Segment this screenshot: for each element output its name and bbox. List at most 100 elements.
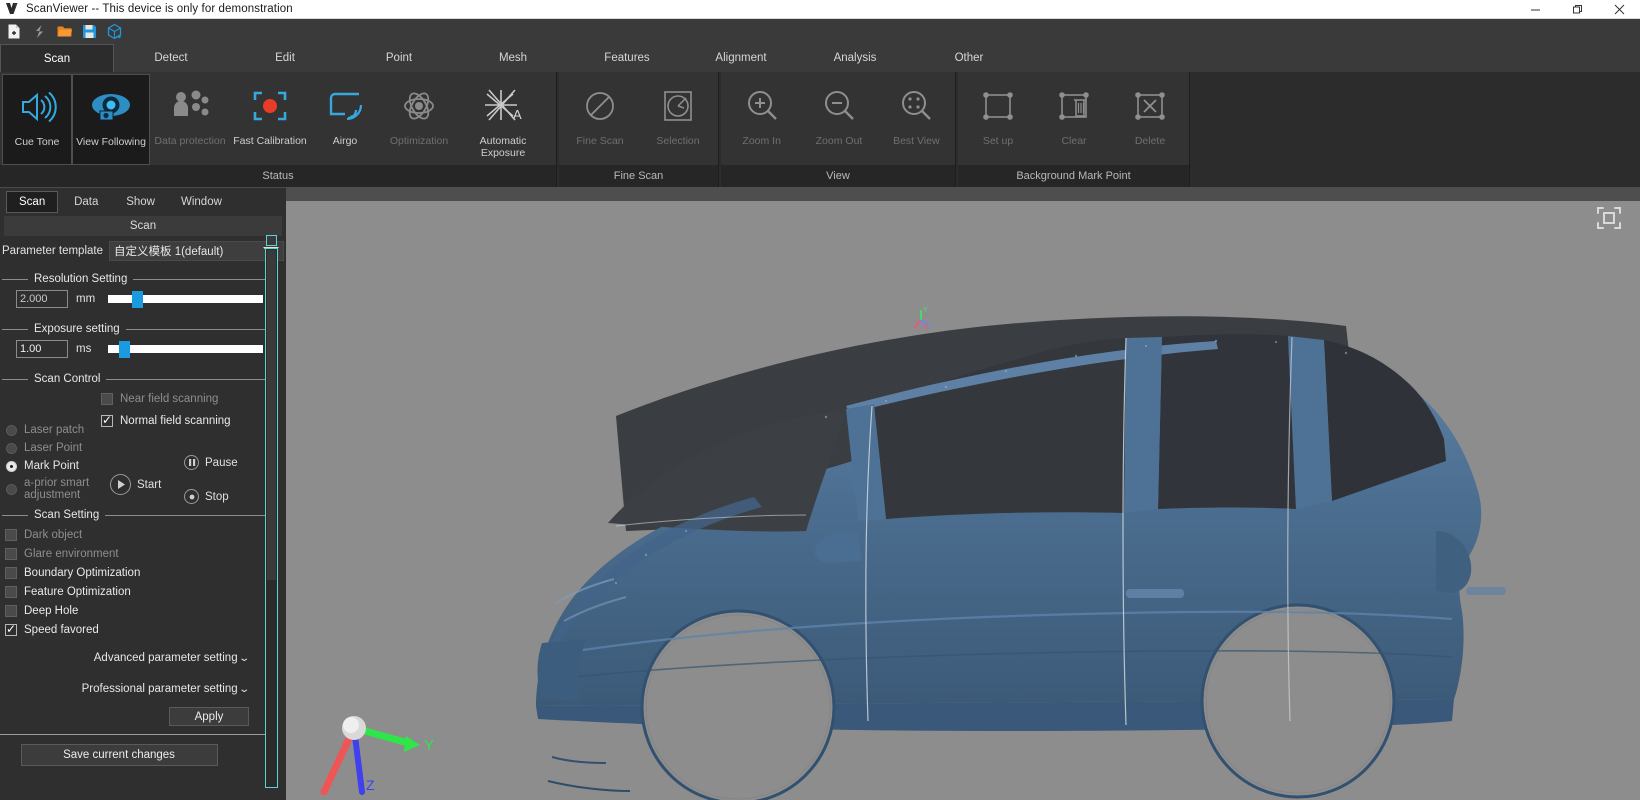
ribbon-item-zoom-out[interactable]: Zoom Out	[800, 74, 877, 165]
slider-knob[interactable]	[132, 291, 143, 308]
checkbox-near-field-scanning[interactable]: Near field scanning	[98, 389, 231, 408]
resolution-slider[interactable]	[108, 291, 263, 308]
scan-setting-group: Scan Setting Dark object Glare environme…	[2, 509, 270, 639]
resolution-input[interactable]: 2.000	[16, 290, 68, 308]
ribbon-group-fine-scan: Fine Scan Selection Fine Scan	[559, 72, 719, 187]
ribbon-item-set-up[interactable]: Set up	[960, 74, 1036, 165]
checkbox-box	[101, 413, 113, 427]
left-tab-window-label: Window	[181, 196, 222, 208]
play-icon	[110, 474, 131, 495]
ribbon-item-clear[interactable]: Clear	[1036, 74, 1112, 165]
tab-scan[interactable]: Scan	[0, 44, 114, 72]
checkbox-normal-field-scanning[interactable]: Normal field scanning	[98, 411, 231, 430]
title-bar: ScanViewer -- This device is only for de…	[0, 0, 1640, 19]
save-current-changes-button[interactable]: Save current changes	[20, 744, 218, 766]
ribbon-item-data-protection[interactable]: Data protection	[150, 74, 230, 165]
pause-label: Pause	[205, 456, 238, 469]
checkbox-label: Deep Hole	[24, 604, 79, 617]
export-model-icon[interactable]	[103, 21, 125, 43]
scan-control-group: Scan Control Near field scanning Normal …	[2, 373, 270, 505]
3d-viewport[interactable]: Y X Y Z	[286, 187, 1640, 800]
ribbon-item-fast-calibration[interactable]: Fast Calibration	[230, 74, 310, 165]
tab-analysis[interactable]: Analysis	[798, 44, 912, 72]
ribbon-item-selection[interactable]: Selection	[639, 74, 717, 165]
scrollbar-thumb[interactable]	[267, 250, 276, 580]
ribbon-group-status: Cue Tone View Following Data protection …	[0, 72, 557, 187]
stop-button[interactable]: Stop	[184, 489, 229, 504]
exposure-input[interactable]: 1.00	[16, 340, 68, 358]
ribbon-item-fine-scan[interactable]: Fine Scan	[561, 74, 639, 165]
open-folder-icon[interactable]	[53, 21, 75, 43]
ribbon-item-view-following[interactable]: View Following	[72, 74, 150, 165]
tab-detect[interactable]: Detect	[114, 44, 228, 72]
ribbon-item-automatic-exposure[interactable]: A Automatic Exposure	[458, 74, 548, 165]
tab-edit[interactable]: Edit	[228, 44, 342, 72]
start-button[interactable]: Start	[110, 474, 161, 495]
resolution-setting-legend: Resolution Setting	[34, 273, 128, 285]
slider-knob[interactable]	[119, 341, 130, 358]
minimize-button[interactable]	[1514, 0, 1556, 19]
quick-access-toolbar	[0, 19, 1640, 44]
left-tab-window[interactable]: Window	[169, 191, 234, 213]
ribbon-item-label: Cue Tone	[14, 136, 60, 148]
left-tab-show[interactable]: Show	[114, 191, 167, 213]
left-tab-data[interactable]: Data	[60, 191, 112, 213]
checkbox-box	[5, 604, 17, 617]
advanced-parameter-setting-link[interactable]: Advanced parameter setting ⌄	[0, 647, 286, 669]
scan-section-header: Scan	[4, 216, 282, 236]
exposure-slider[interactable]	[108, 341, 263, 358]
ribbon-item-delete[interactable]: Delete	[1112, 74, 1188, 165]
tab-point[interactable]: Point	[342, 44, 456, 72]
new-file-icon[interactable]	[3, 21, 25, 43]
ribbon-tab-strip: Scan Detect Edit Point Mesh Features Ali…	[0, 44, 1640, 72]
save-icon[interactable]	[78, 21, 100, 43]
pause-button[interactable]: Pause	[184, 455, 238, 470]
ribbon-item-zoom-in[interactable]: Zoom In	[723, 74, 800, 165]
ribbon-item-label: Best View	[893, 135, 940, 147]
ribbon-item-best-view[interactable]: Best View	[878, 74, 955, 165]
parameter-template-select[interactable]: 自定义模板 1(default)	[109, 241, 284, 261]
ribbon-item-cue-tone[interactable]: Cue Tone	[2, 74, 72, 165]
ribbon-item-label: Automatic Exposure	[479, 135, 527, 160]
scan-control-legend: Scan Control	[34, 373, 101, 385]
maximize-button[interactable]	[1556, 0, 1598, 19]
resolution-setting-group: Resolution Setting 2.000 mm	[2, 273, 270, 312]
refresh-icon[interactable]	[28, 21, 50, 43]
automatic-exposure-icon: A	[479, 83, 527, 129]
ribbon-item-label: Delete	[1134, 135, 1166, 147]
left-tab-scan[interactable]: Scan	[6, 191, 59, 213]
checkbox-feature-optimization[interactable]: Feature Optimization	[2, 582, 270, 601]
apply-button[interactable]: Apply	[169, 707, 249, 726]
tab-edit-label: Edit	[275, 52, 295, 64]
scrollbar-up-button[interactable]	[266, 235, 277, 246]
checkbox-speed-favored[interactable]: Speed favored	[2, 620, 270, 639]
ribbon-item-airgo[interactable]: Airgo	[310, 74, 380, 165]
checkbox-dark-object[interactable]: Dark object	[2, 525, 270, 544]
radio-label: Laser Point	[24, 442, 83, 454]
tab-features[interactable]: Features	[570, 44, 684, 72]
selection-box-icon	[656, 83, 700, 129]
axis-gizmo[interactable]: Y Z	[316, 700, 446, 800]
left-panel-scrollbar[interactable]	[265, 235, 278, 788]
checkbox-box	[5, 622, 17, 636]
checkbox-glare-environment[interactable]: Glare environment	[2, 544, 270, 563]
markpoint-delete-icon	[1128, 83, 1172, 129]
radio-laser-point[interactable]: Laser Point	[2, 439, 102, 457]
checkbox-box	[5, 547, 17, 560]
tab-other[interactable]: Other	[912, 44, 1026, 72]
professional-parameter-setting-link[interactable]: Professional parameter setting ⌄	[0, 678, 286, 700]
checkbox-label: Glare environment	[24, 547, 119, 560]
scan-model-scene[interactable]	[286, 201, 1640, 800]
fit-to-screen-icon[interactable]	[1596, 205, 1622, 236]
radio-laser-patch[interactable]: Laser patch	[2, 421, 102, 439]
tab-mesh[interactable]: Mesh	[456, 44, 570, 72]
checkbox-deep-hole[interactable]: Deep Hole	[2, 601, 270, 620]
ribbon-item-label: Zoom In	[742, 135, 781, 147]
checkbox-boundary-optimization[interactable]: Boundary Optimization	[2, 563, 270, 582]
ribbon-item-optimization[interactable]: Optimization	[380, 74, 458, 165]
radio-mark-point[interactable]: Mark Point	[2, 457, 102, 475]
eye-following-icon	[88, 84, 134, 130]
radio-a-prior-smart-adjustment[interactable]: a-prior smart adjustment	[2, 475, 102, 503]
close-button[interactable]	[1598, 0, 1640, 19]
tab-alignment[interactable]: Alignment	[684, 44, 798, 72]
